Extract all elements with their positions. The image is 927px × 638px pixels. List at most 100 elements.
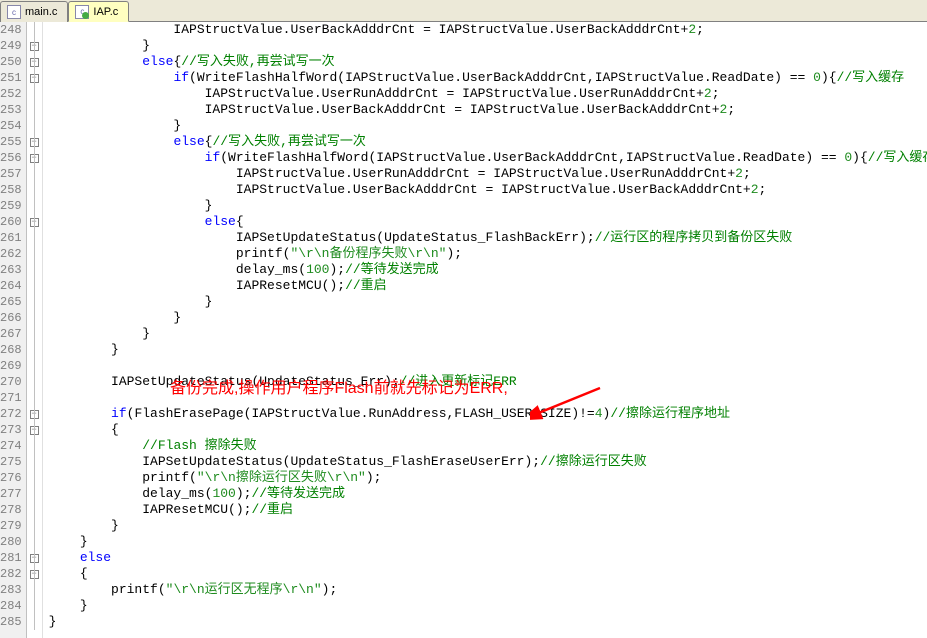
code-line[interactable]: else{//写入失败,再尝试写一次 [49, 54, 927, 70]
fold-cell: − [27, 422, 42, 438]
line-number: 277 [0, 486, 22, 502]
fold-toggle[interactable]: − [30, 138, 39, 147]
fold-toggle[interactable]: − [30, 410, 39, 419]
code-line[interactable]: IAPSetUpdateStatus(UpdateStatus_FlashBac… [49, 230, 927, 246]
line-number: 269 [0, 358, 22, 374]
fold-toggle[interactable]: − [30, 154, 39, 163]
line-number: 249 [0, 38, 22, 54]
tab-main-c[interactable]: c main.c [0, 1, 68, 22]
line-number: 276 [0, 470, 22, 486]
code-line[interactable]: } [49, 342, 927, 358]
line-number: 250 [0, 54, 22, 70]
code-line[interactable]: if(WriteFlashHalfWord(IAPStructValue.Use… [49, 150, 927, 166]
line-number: 257 [0, 166, 22, 182]
fold-cell [27, 598, 42, 614]
code-line[interactable]: printf("\r\n运行区无程序\r\n"); [49, 582, 927, 598]
code-line[interactable]: } [49, 518, 927, 534]
fold-cell [27, 438, 42, 454]
fold-cell [27, 518, 42, 534]
code-line[interactable]: } [49, 534, 927, 550]
file-icon: c [75, 5, 89, 19]
fold-cell [27, 358, 42, 374]
line-number: 285 [0, 614, 22, 630]
fold-toggle[interactable]: − [30, 570, 39, 579]
fold-toggle[interactable]: − [30, 42, 39, 51]
code-line[interactable]: else{ [49, 214, 927, 230]
code-line[interactable]: } [49, 614, 927, 630]
code-line[interactable]: if(FlashErasePage(IAPStructValue.RunAddr… [49, 406, 927, 422]
code-line[interactable]: } [49, 118, 927, 134]
code-line[interactable]: IAPStructValue.UserBackAdddrCnt = IAPStr… [49, 102, 927, 118]
code-line[interactable]: //Flash 擦除失败 [49, 438, 927, 454]
fold-cell [27, 22, 42, 38]
code-line[interactable]: } [49, 294, 927, 310]
code-line[interactable]: } [49, 310, 927, 326]
line-number: 278 [0, 502, 22, 518]
code-line[interactable] [49, 390, 927, 406]
line-number: 282 [0, 566, 22, 582]
fold-cell [27, 454, 42, 470]
code-line[interactable]: delay_ms(100);//等待发送完成 [49, 486, 927, 502]
line-number: 273 [0, 422, 22, 438]
fold-cell [27, 182, 42, 198]
fold-toggle[interactable]: − [30, 554, 39, 563]
line-number: 274 [0, 438, 22, 454]
fold-cell [27, 486, 42, 502]
code-editor[interactable]: 2482492502512522532542552562572582592602… [0, 22, 927, 638]
code-line[interactable]: printf("\r\n擦除运行区失败\r\n"); [49, 470, 927, 486]
fold-cell [27, 310, 42, 326]
line-number: 284 [0, 598, 22, 614]
line-number: 248 [0, 22, 22, 38]
line-number: 251 [0, 70, 22, 86]
code-line[interactable]: IAPStructValue.UserBackAdddrCnt = IAPStr… [49, 182, 927, 198]
code-line[interactable]: IAPResetMCU();//重启 [49, 502, 927, 518]
code-line[interactable] [49, 358, 927, 374]
code-line[interactable]: IAPSetUpdateStatus(UpdateStatus_FlashEra… [49, 454, 927, 470]
fold-cell [27, 278, 42, 294]
line-number: 283 [0, 582, 22, 598]
line-number: 268 [0, 342, 22, 358]
code-line[interactable]: else{//写入失败,再尝试写一次 [49, 134, 927, 150]
line-number: 263 [0, 262, 22, 278]
line-number: 279 [0, 518, 22, 534]
line-number: 253 [0, 102, 22, 118]
code-line[interactable]: } [49, 326, 927, 342]
fold-cell [27, 582, 42, 598]
line-number: 264 [0, 278, 22, 294]
fold-cell [27, 502, 42, 518]
code-line[interactable]: printf("\r\n备份程序失败\r\n"); [49, 246, 927, 262]
line-number: 259 [0, 198, 22, 214]
fold-toggle[interactable]: − [30, 426, 39, 435]
line-number: 258 [0, 182, 22, 198]
line-number: 256 [0, 150, 22, 166]
code-line[interactable]: IAPStructValue.UserRunAdddrCnt = IAPStru… [49, 86, 927, 102]
line-number: 262 [0, 246, 22, 262]
fold-cell: − [27, 406, 42, 422]
line-number: 260 [0, 214, 22, 230]
line-number: 252 [0, 86, 22, 102]
fold-toggle[interactable]: − [30, 58, 39, 67]
line-number: 267 [0, 326, 22, 342]
code-line[interactable]: } [49, 598, 927, 614]
code-line[interactable]: IAPResetMCU();//重启 [49, 278, 927, 294]
code-line[interactable]: IAPSetUpdateStatus(UpdateStatus_Err);//进… [49, 374, 927, 390]
code-area[interactable]: IAPStructValue.UserBackAdddrCnt = IAPStr… [43, 22, 927, 638]
code-line[interactable]: IAPStructValue.UserBackAdddrCnt = IAPStr… [49, 22, 927, 38]
code-line[interactable]: { [49, 422, 927, 438]
code-line[interactable]: if(WriteFlashHalfWord(IAPStructValue.Use… [49, 70, 927, 86]
fold-cell: − [27, 566, 42, 582]
tab-iap-c[interactable]: c IAP.c [68, 1, 129, 22]
fold-toggle[interactable]: − [30, 218, 39, 227]
code-line[interactable]: delay_ms(100);//等待发送完成 [49, 262, 927, 278]
code-line[interactable]: { [49, 566, 927, 582]
fold-cell [27, 118, 42, 134]
code-line[interactable]: else [49, 550, 927, 566]
fold-cell: − [27, 550, 42, 566]
fold-cell: − [27, 70, 42, 86]
code-line[interactable]: } [49, 38, 927, 54]
fold-cell [27, 246, 42, 262]
code-line[interactable]: } [49, 198, 927, 214]
fold-gutter: − − − − − − − − − − [27, 22, 43, 638]
code-line[interactable]: IAPStructValue.UserRunAdddrCnt = IAPStru… [49, 166, 927, 182]
fold-toggle[interactable]: − [30, 74, 39, 83]
